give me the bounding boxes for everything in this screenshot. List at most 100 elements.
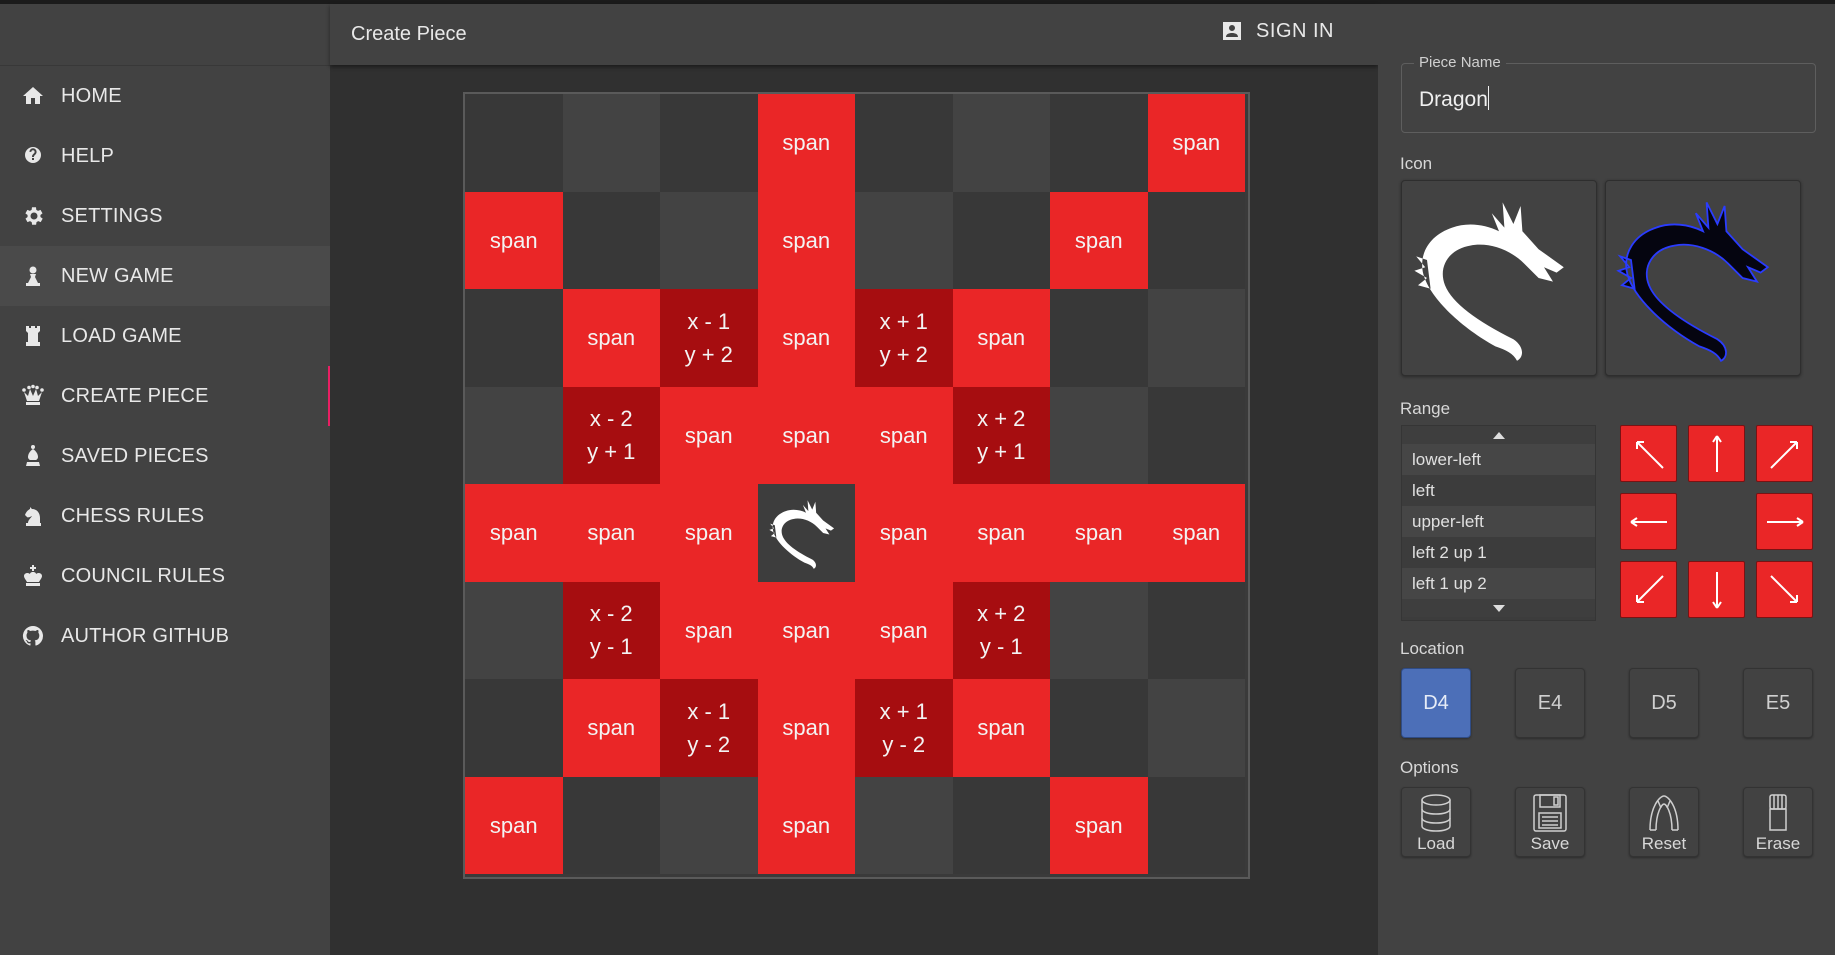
board-square-b5[interactable]: x - 2 y + 1 bbox=[562, 386, 660, 484]
direction-left-button[interactable] bbox=[1620, 493, 1677, 550]
save-button[interactable]: Save bbox=[1515, 787, 1585, 857]
sidebar-item-settings[interactable]: SETTINGS bbox=[0, 186, 330, 246]
board-square-e1[interactable] bbox=[855, 776, 953, 874]
sidebar-item-chess-rules[interactable]: CHESS RULES bbox=[0, 486, 330, 546]
board-square-h5[interactable] bbox=[1147, 386, 1245, 484]
board-square-g2[interactable] bbox=[1050, 679, 1148, 777]
board-square-d1[interactable]: span bbox=[757, 776, 855, 874]
range-option[interactable]: lower-left bbox=[1402, 444, 1595, 475]
board-square-c7[interactable] bbox=[660, 191, 758, 289]
board-square-c8[interactable] bbox=[660, 94, 758, 192]
board-square-h8[interactable]: span bbox=[1147, 94, 1245, 192]
erase-button[interactable]: Erase bbox=[1743, 787, 1813, 857]
board-square-g7[interactable]: span bbox=[1050, 191, 1148, 289]
board-square-b2[interactable]: span bbox=[562, 679, 660, 777]
board-square-c2[interactable]: x - 1 y - 2 bbox=[660, 679, 758, 777]
scroll-up-arrow[interactable] bbox=[1402, 426, 1595, 444]
board-square-f3[interactable]: x + 2 y - 1 bbox=[952, 581, 1050, 679]
board-square-c5[interactable]: span bbox=[660, 386, 758, 484]
load-button[interactable]: Load bbox=[1401, 787, 1471, 857]
location-d4-button[interactable]: D4 bbox=[1401, 668, 1471, 738]
board-square-b7[interactable] bbox=[562, 191, 660, 289]
board-square-h1[interactable] bbox=[1147, 776, 1245, 874]
board-square-a2[interactable] bbox=[465, 679, 563, 777]
board-square-c1[interactable] bbox=[660, 776, 758, 874]
board-square-f4[interactable]: span bbox=[952, 484, 1050, 582]
sidebar-item-new-game[interactable]: NEW GAME bbox=[0, 246, 330, 306]
board-square-e6[interactable]: x + 1 y + 2 bbox=[855, 289, 953, 387]
sidebar-item-author-github[interactable]: AUTHOR GITHUB bbox=[0, 606, 330, 666]
board-square-e7[interactable] bbox=[855, 191, 953, 289]
board-square-h4[interactable]: span bbox=[1147, 484, 1245, 582]
sidebar-item-load-game[interactable]: LOAD GAME bbox=[0, 306, 330, 366]
board-square-e8[interactable] bbox=[855, 94, 953, 192]
board-square-b1[interactable] bbox=[562, 776, 660, 874]
board-square-g5[interactable] bbox=[1050, 386, 1148, 484]
board-square-f2[interactable]: span bbox=[952, 679, 1050, 777]
board-square-d2[interactable]: span bbox=[757, 679, 855, 777]
sidebar-item-help[interactable]: HELP bbox=[0, 126, 330, 186]
board-square-h7[interactable] bbox=[1147, 191, 1245, 289]
direction-up-button[interactable] bbox=[1688, 425, 1745, 482]
board-square-e3[interactable]: span bbox=[855, 581, 953, 679]
direction-upper-right-button[interactable] bbox=[1756, 425, 1813, 482]
board-square-b6[interactable]: span bbox=[562, 289, 660, 387]
direction-right-button[interactable] bbox=[1756, 493, 1813, 550]
direction-lower-left-button[interactable] bbox=[1620, 561, 1677, 618]
board-square-b3[interactable]: x - 2 y - 1 bbox=[562, 581, 660, 679]
board-square-f6[interactable]: span bbox=[952, 289, 1050, 387]
board-square-d4[interactable] bbox=[757, 484, 855, 582]
board-square-d7[interactable]: span bbox=[757, 191, 855, 289]
board-square-g4[interactable]: span bbox=[1050, 484, 1148, 582]
board-square-g3[interactable] bbox=[1050, 581, 1148, 679]
board-square-a1[interactable]: span bbox=[465, 776, 563, 874]
board-square-f1[interactable] bbox=[952, 776, 1050, 874]
sidebar-item-home[interactable]: HOME bbox=[0, 66, 330, 126]
sidebar-item-saved-pieces[interactable]: SAVED PIECES bbox=[0, 426, 330, 486]
board-square-a6[interactable] bbox=[465, 289, 563, 387]
reset-button[interactable]: Reset bbox=[1629, 787, 1699, 857]
board-square-e2[interactable]: x + 1 y - 2 bbox=[855, 679, 953, 777]
scroll-down-arrow[interactable] bbox=[1402, 599, 1595, 617]
board-square-c4[interactable]: span bbox=[660, 484, 758, 582]
board-square-f5[interactable]: x + 2 y + 1 bbox=[952, 386, 1050, 484]
piece-name-field[interactable]: Piece Name Dragon bbox=[1401, 54, 1816, 133]
sidebar-item-create-piece[interactable]: CREATE PIECE bbox=[0, 366, 330, 426]
board-square-d6[interactable]: span bbox=[757, 289, 855, 387]
board-square-a8[interactable] bbox=[465, 94, 563, 192]
range-option[interactable]: left 2 up 1 bbox=[1402, 537, 1595, 568]
board-square-c6[interactable]: x - 1 y + 2 bbox=[660, 289, 758, 387]
board-square-g6[interactable] bbox=[1050, 289, 1148, 387]
board-square-f7[interactable] bbox=[952, 191, 1050, 289]
direction-upper-left-button[interactable] bbox=[1620, 425, 1677, 482]
board-square-b8[interactable] bbox=[562, 94, 660, 192]
sign-in-button[interactable]: SIGN IN bbox=[1220, 19, 1334, 43]
range-option[interactable]: left 1 up 2 bbox=[1402, 568, 1595, 599]
board-square-b4[interactable]: span bbox=[562, 484, 660, 582]
direction-lower-right-button[interactable] bbox=[1756, 561, 1813, 618]
location-e5-button[interactable]: E5 bbox=[1743, 668, 1813, 738]
range-option[interactable]: left bbox=[1402, 475, 1595, 506]
direction-down-button[interactable] bbox=[1688, 561, 1745, 618]
board-square-c3[interactable]: span bbox=[660, 581, 758, 679]
board-square-h2[interactable] bbox=[1147, 679, 1245, 777]
board-square-g8[interactable] bbox=[1050, 94, 1148, 192]
board-square-e4[interactable]: span bbox=[855, 484, 953, 582]
board-square-a7[interactable]: span bbox=[465, 191, 563, 289]
board-square-d8[interactable]: span bbox=[757, 94, 855, 192]
range-list[interactable]: lower-left left upper-left left 2 up 1 l… bbox=[1401, 425, 1596, 621]
white-icon-upload[interactable] bbox=[1401, 180, 1597, 376]
location-e4-button[interactable]: E4 bbox=[1515, 668, 1585, 738]
sidebar-item-council-rules[interactable]: COUNCIL RULES bbox=[0, 546, 330, 606]
board-square-d3[interactable]: span bbox=[757, 581, 855, 679]
location-d5-button[interactable]: D5 bbox=[1629, 668, 1699, 738]
board-square-d5[interactable]: span bbox=[757, 386, 855, 484]
board-square-a3[interactable] bbox=[465, 581, 563, 679]
board-square-f8[interactable] bbox=[952, 94, 1050, 192]
board-square-h6[interactable] bbox=[1147, 289, 1245, 387]
board-square-a5[interactable] bbox=[465, 386, 563, 484]
black-icon-upload[interactable] bbox=[1605, 180, 1801, 376]
board-square-e5[interactable]: span bbox=[855, 386, 953, 484]
board-square-g1[interactable]: span bbox=[1050, 776, 1148, 874]
range-option[interactable]: upper-left bbox=[1402, 506, 1595, 537]
